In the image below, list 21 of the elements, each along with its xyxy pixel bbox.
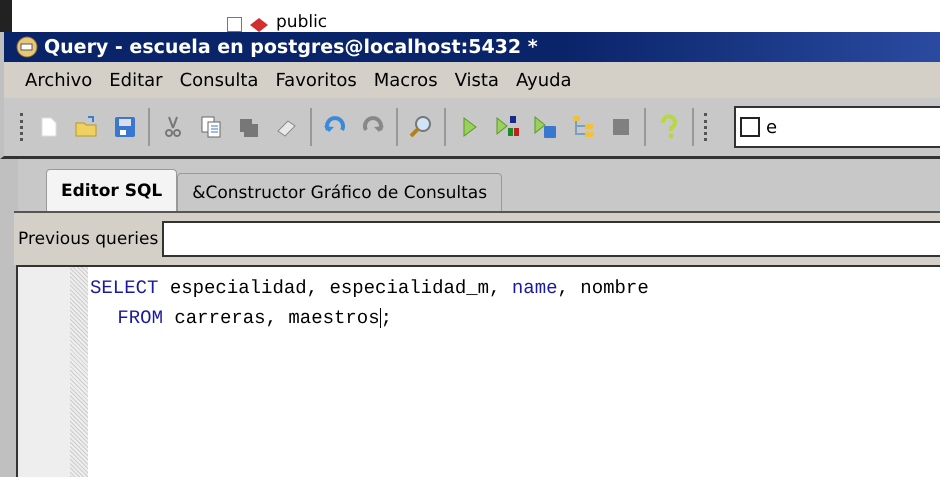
tab[interactable]: Editor SQL xyxy=(46,169,178,211)
menu-item[interactable]: Editar xyxy=(100,70,171,90)
search-icon[interactable] xyxy=(408,114,434,140)
tab[interactable]: &Constructor Gráfico de Consultas xyxy=(177,173,502,211)
menu-item[interactable]: Consulta xyxy=(170,70,266,90)
menu-item[interactable]: Favoritos xyxy=(266,70,365,90)
tree-item-label[interactable]: public xyxy=(276,12,328,32)
toolbar-checkbox[interactable] xyxy=(740,117,760,137)
play-save-icon[interactable] xyxy=(532,114,558,140)
previous-queries-field[interactable] xyxy=(162,221,940,257)
menu-item[interactable]: Ayuda xyxy=(506,70,580,90)
menu-item[interactable]: Archivo xyxy=(16,70,100,90)
sql-code[interactable]: SELECT especialidad, especialidad_m, name, nombre FROM carreras, maestros; xyxy=(88,267,651,477)
tree-icon[interactable] xyxy=(570,114,596,140)
save-icon[interactable] xyxy=(112,114,138,140)
menu-item[interactable]: Vista xyxy=(446,70,507,90)
menu-item[interactable]: Macros xyxy=(364,70,446,90)
checkbox-label: e xyxy=(766,116,778,138)
tree-checkbox[interactable] xyxy=(227,17,242,32)
window-title: Query - escuela en postgres@localhost:5432 * xyxy=(44,36,538,58)
previous-queries-label: Previous queries xyxy=(18,229,158,249)
